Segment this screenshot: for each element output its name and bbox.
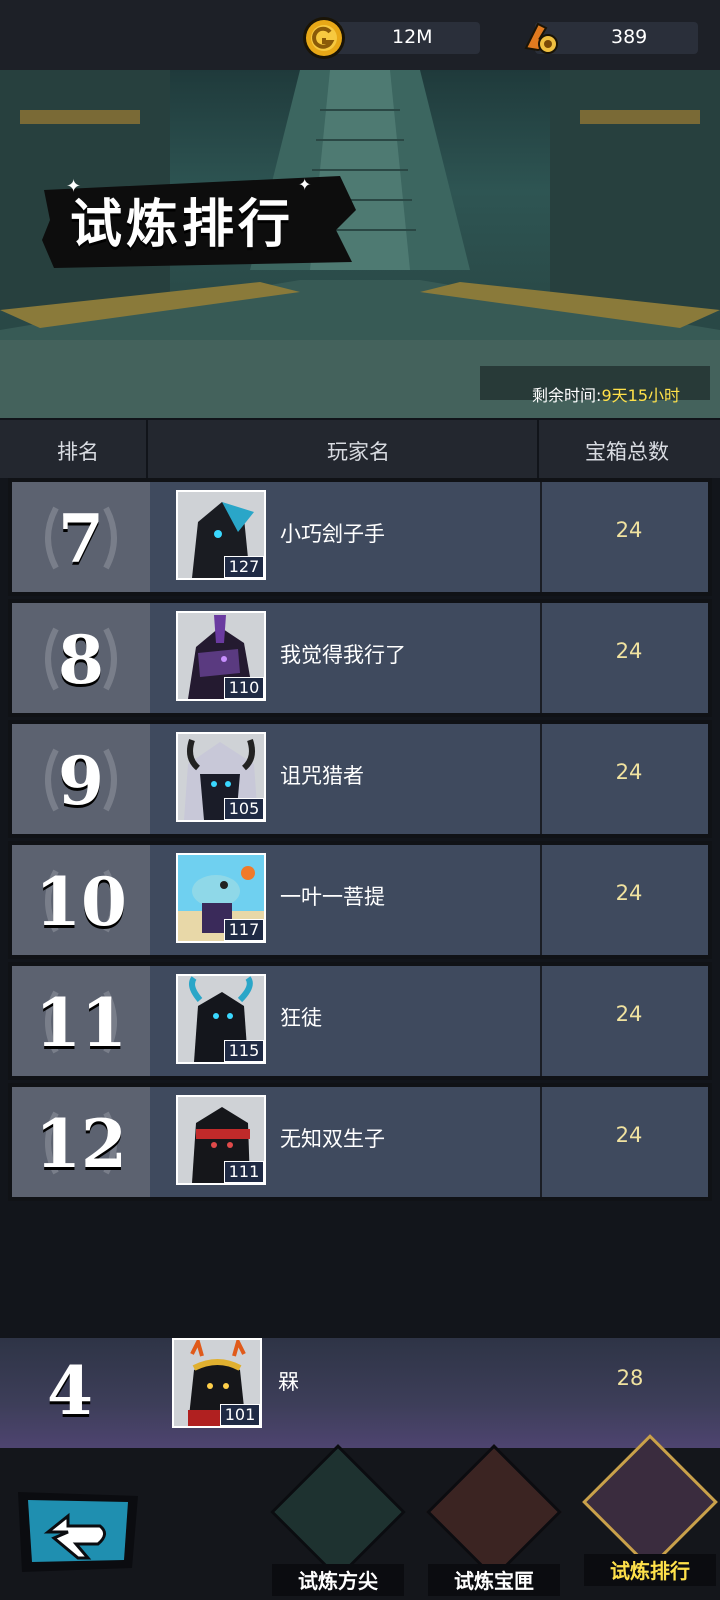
- header-chest-total: 宝箱总数: [585, 440, 669, 464]
- player-level: 127: [224, 556, 264, 578]
- rank-number: 9: [58, 742, 104, 820]
- horned-white-haired-avatar[interactable]: 105: [176, 732, 266, 822]
- ranking-row[interactable]: 8 110 我觉得我行了 24: [8, 599, 712, 717]
- header-divider: [537, 420, 539, 480]
- back-button[interactable]: [14, 1488, 144, 1576]
- chest-total: 24: [615, 518, 643, 542]
- rank-number: 12: [35, 1105, 127, 1183]
- red-headband-ninja-avatar[interactable]: 111: [176, 1095, 266, 1185]
- gold-coin-icon: [303, 17, 345, 59]
- ranking-table-header: 排名 玩家名 宝箱总数: [0, 418, 720, 480]
- key-value: 389: [611, 26, 648, 48]
- player-level: 117: [224, 919, 264, 941]
- ranking-row[interactable]: 11 115 狂徒 24: [8, 962, 712, 1080]
- nav-label-active: 试炼排行: [610, 1559, 690, 1583]
- player-name: 诅咒猎者: [280, 764, 364, 788]
- ranking-row[interactable]: 10 117 一叶一菩提 24: [8, 841, 712, 959]
- player-level: 110: [224, 677, 264, 699]
- chest-total: 24: [615, 1123, 643, 1147]
- rank-number: 8: [58, 621, 104, 699]
- my-rank-cell: 4: [0, 1338, 140, 1448]
- rank-cell: 11: [12, 966, 150, 1076]
- ranking-row[interactable]: 12 111 无知双生子 24: [8, 1083, 712, 1201]
- chest-total: 24: [615, 881, 643, 905]
- ranking-row[interactable]: 7 127 小巧刽子手 24: [8, 478, 712, 596]
- rank-cell: 8: [12, 603, 150, 713]
- blue-dinosaur-avatar[interactable]: 117: [176, 853, 266, 943]
- svg-text:✦: ✦: [298, 175, 311, 194]
- bottom-navigation: 试炼方尖 试炼宝匣 试炼排行: [0, 1434, 720, 1600]
- nav-label: 试炼宝匣: [454, 1569, 534, 1593]
- player-level: 105: [224, 798, 264, 820]
- gold-value: 12M: [392, 26, 433, 48]
- rank-cell: 7: [12, 482, 150, 592]
- rank-cell: 12: [12, 1087, 150, 1197]
- purple-crested-warrior-avatar[interactable]: 110: [176, 611, 266, 701]
- blue-horned-demon-avatar[interactable]: 115: [176, 974, 266, 1064]
- player-name: 无知双生子: [280, 1127, 385, 1151]
- player-name: 我觉得我行了: [280, 643, 406, 667]
- player-name: 狂徒: [280, 1006, 322, 1030]
- remaining-time-label: 剩余时间:: [532, 386, 602, 405]
- ranking-row[interactable]: 9 105 诅咒猎者 24: [8, 720, 712, 838]
- nav-trial-obelisk[interactable]: 试炼方尖: [268, 1444, 408, 1598]
- header-rank: 排名: [57, 440, 99, 464]
- nav-trial-chest[interactable]: 试炼宝匣: [424, 1444, 564, 1598]
- rank-cell: 9: [12, 724, 150, 834]
- ranking-list[interactable]: 7 127 小巧刽子手 24 8 110 我觉得我行了 24 9 105 诅咒猎…: [0, 478, 720, 1338]
- rank-number: 11: [35, 984, 127, 1062]
- throne-icon: [582, 1434, 718, 1570]
- header-player-name: 玩家名: [327, 440, 390, 464]
- player-level: 115: [224, 1040, 264, 1062]
- treasure-chest-icon: [426, 1444, 562, 1580]
- rank-cell: 10: [12, 845, 150, 955]
- rank-number: 7: [58, 500, 104, 578]
- player-level: 111: [224, 1161, 264, 1183]
- rank-number: 10: [35, 863, 127, 941]
- trophy-key-icon: [524, 22, 558, 54]
- back-arrow-icon: [18, 1492, 138, 1572]
- player-name: 小巧刽子手: [280, 522, 385, 546]
- currency-bar: 12M 389: [0, 0, 720, 70]
- chest-total: 24: [615, 639, 643, 663]
- remaining-time-value: 9天15小时: [601, 386, 680, 405]
- obelisk-icon: [270, 1444, 406, 1580]
- player-name: 一叶一菩提: [280, 885, 385, 909]
- trial-ranking-banner: ✦ ✦ 试炼排行 剩余时间:9天15小时: [0, 70, 720, 418]
- my-ranking-row[interactable]: 4 101 槑 28: [0, 1338, 720, 1448]
- chest-total: 24: [615, 1002, 643, 1026]
- nav-trial-ranking[interactable]: 试炼排行: [580, 1434, 720, 1588]
- dark-armored-knight-avatar[interactable]: 127: [176, 490, 266, 580]
- my-chest-total: 28: [616, 1366, 644, 1390]
- header-divider: [146, 420, 148, 480]
- chest-total: 24: [615, 760, 643, 784]
- my-player-name: 槑: [278, 1370, 299, 1394]
- nav-label: 试炼方尖: [298, 1569, 378, 1593]
- monkey-king-avatar[interactable]: 101: [172, 1338, 262, 1428]
- remaining-time: 剩余时间:9天15小时: [532, 382, 680, 406]
- player-level: 101: [220, 1404, 260, 1426]
- my-rank-number: 4: [47, 1352, 93, 1430]
- page-title: 试炼排行: [70, 195, 295, 255]
